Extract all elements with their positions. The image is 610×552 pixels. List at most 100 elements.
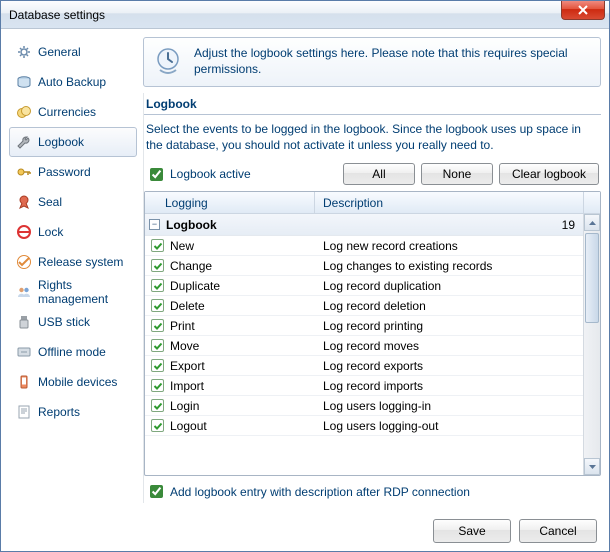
column-logging[interactable]: Logging <box>145 192 315 213</box>
sidebar-item-label: Rights management <box>38 278 130 306</box>
scroll-down-button[interactable] <box>584 458 600 475</box>
sidebar-item-auto-backup[interactable]: Auto Backup <box>9 67 137 97</box>
sidebar-item-mobile-devices[interactable]: Mobile devices <box>9 367 137 397</box>
sidebar-item-label: USB stick <box>38 315 90 329</box>
report-icon <box>16 404 32 420</box>
row-description: Log record printing <box>315 319 583 333</box>
sidebar-item-label: Release system <box>38 255 123 269</box>
close-button[interactable] <box>561 1 605 20</box>
disk-icon <box>16 74 32 90</box>
row-name: Logout <box>170 419 207 433</box>
row-description: Log record exports <box>315 359 583 373</box>
row-checkbox[interactable] <box>151 399 164 412</box>
sidebar-item-rights-management[interactable]: Rights management <box>9 277 137 307</box>
banner-text: Adjust the logbook settings here. Please… <box>194 46 592 77</box>
sidebar-item-seal[interactable]: Seal <box>9 187 137 217</box>
scroll-up-button[interactable] <box>584 214 600 231</box>
save-button[interactable]: Save <box>433 519 511 543</box>
none-button[interactable]: None <box>421 163 493 185</box>
row-checkbox[interactable] <box>151 259 164 272</box>
sidebar-item-offline-mode[interactable]: Offline mode <box>9 337 137 367</box>
table-rows: − Logbook 19 NewLog new record creations… <box>145 214 583 475</box>
button-bar: Save Cancel <box>1 511 609 551</box>
row-checkbox[interactable] <box>151 239 164 252</box>
sidebar-item-logbook[interactable]: Logbook <box>9 127 137 157</box>
group-row-logbook[interactable]: − Logbook 19 <box>145 214 583 236</box>
sidebar-item-general[interactable]: General <box>9 37 137 67</box>
mobile-icon <box>16 374 32 390</box>
collapse-icon[interactable]: − <box>149 219 160 230</box>
rdp-checkbox[interactable]: Add logbook entry with description after… <box>146 482 599 501</box>
group-count: 19 <box>562 218 575 232</box>
table-row[interactable]: LoginLog users logging-in <box>145 396 583 416</box>
settings-window: Database settings GeneralAuto BackupCurr… <box>0 0 610 552</box>
events-table: Logging Description − Logbook 19 NewLog … <box>144 191 601 476</box>
sidebar-item-label: Logbook <box>38 135 84 149</box>
table-row[interactable]: Print Log record printing <box>145 316 583 336</box>
header-scroll-corner <box>583 192 600 213</box>
logbook-active-checkbox[interactable]: Logbook active <box>146 165 251 184</box>
nosign-icon <box>16 224 32 240</box>
users-icon <box>16 284 32 300</box>
table-row[interactable]: Export Log record exports <box>145 356 583 376</box>
row-checkbox[interactable] <box>151 359 164 372</box>
table-row[interactable]: NewLog new record creations <box>145 236 583 256</box>
vertical-scrollbar[interactable] <box>583 214 600 475</box>
section-description: Select the events to be logged in the lo… <box>144 115 601 161</box>
row-name: Move <box>170 339 199 353</box>
row-description: Log record imports <box>315 379 583 393</box>
cancel-button[interactable]: Cancel <box>519 519 597 543</box>
row-checkbox[interactable] <box>151 379 164 392</box>
release-icon <box>16 254 32 270</box>
row-name: Duplicate <box>170 279 220 293</box>
all-button[interactable]: All <box>343 163 415 185</box>
table-row[interactable]: Move Log record moves <box>145 336 583 356</box>
sidebar-item-label: Reports <box>38 405 80 419</box>
row-checkbox[interactable] <box>151 419 164 432</box>
sidebar-item-lock[interactable]: Lock <box>9 217 137 247</box>
row-checkbox[interactable] <box>151 339 164 352</box>
row-description: Log users logging-in <box>315 399 583 413</box>
rdp-input[interactable] <box>150 485 163 498</box>
ribbon-icon <box>16 194 32 210</box>
logbook-active-label: Logbook active <box>170 167 251 181</box>
row-name: New <box>170 239 194 253</box>
main-panel: Adjust the logbook settings here. Please… <box>143 37 601 503</box>
key-icon <box>16 164 32 180</box>
table-row[interactable]: LogoutLog users logging-out <box>145 416 583 436</box>
coins-icon <box>16 104 32 120</box>
sidebar-item-usb-stick[interactable]: USB stick <box>9 307 137 337</box>
row-name: Change <box>170 259 212 273</box>
logbook-active-input[interactable] <box>150 168 163 181</box>
row-description: Log record deletion <box>315 299 583 313</box>
sidebar-item-label: Mobile devices <box>38 375 117 389</box>
table-row[interactable]: ImportLog record imports <box>145 376 583 396</box>
row-checkbox[interactable] <box>151 319 164 332</box>
controls-row: Logbook active All None Clear logbook <box>144 161 601 191</box>
table-row[interactable]: ChangeLog changes to existing records <box>145 256 583 276</box>
sidebar-item-reports[interactable]: Reports <box>9 397 137 427</box>
sidebar-item-currencies[interactable]: Currencies <box>9 97 137 127</box>
scroll-thumb[interactable] <box>585 233 599 323</box>
table-row[interactable]: DuplicateLog record duplication <box>145 276 583 296</box>
group-name: Logbook <box>166 218 217 232</box>
sidebar-item-password[interactable]: Password <box>9 157 137 187</box>
column-description[interactable]: Description <box>315 196 583 210</box>
close-icon <box>578 5 588 15</box>
content: General Auto Backup Currencies Logbook Passw… <box>1 29 609 511</box>
offline-icon <box>16 344 32 360</box>
row-checkbox[interactable] <box>151 299 164 312</box>
row-name: Export <box>170 359 205 373</box>
table-row[interactable]: DeleteLog record deletion <box>145 296 583 316</box>
clear-logbook-button[interactable]: Clear logbook <box>499 163 599 185</box>
sidebar-item-release-system[interactable]: Release system <box>9 247 137 277</box>
table-header: Logging Description <box>145 192 600 214</box>
sidebar-item-label: Auto Backup <box>38 75 106 89</box>
row-name: Print <box>170 319 195 333</box>
gear-icon <box>16 44 32 60</box>
rdp-row: Add logbook entry with description after… <box>144 476 601 503</box>
scroll-track[interactable] <box>584 231 600 458</box>
row-checkbox[interactable] <box>151 279 164 292</box>
sidebar: General Auto Backup Currencies Logbook Passw… <box>9 37 137 503</box>
row-description: Log record moves <box>315 339 583 353</box>
